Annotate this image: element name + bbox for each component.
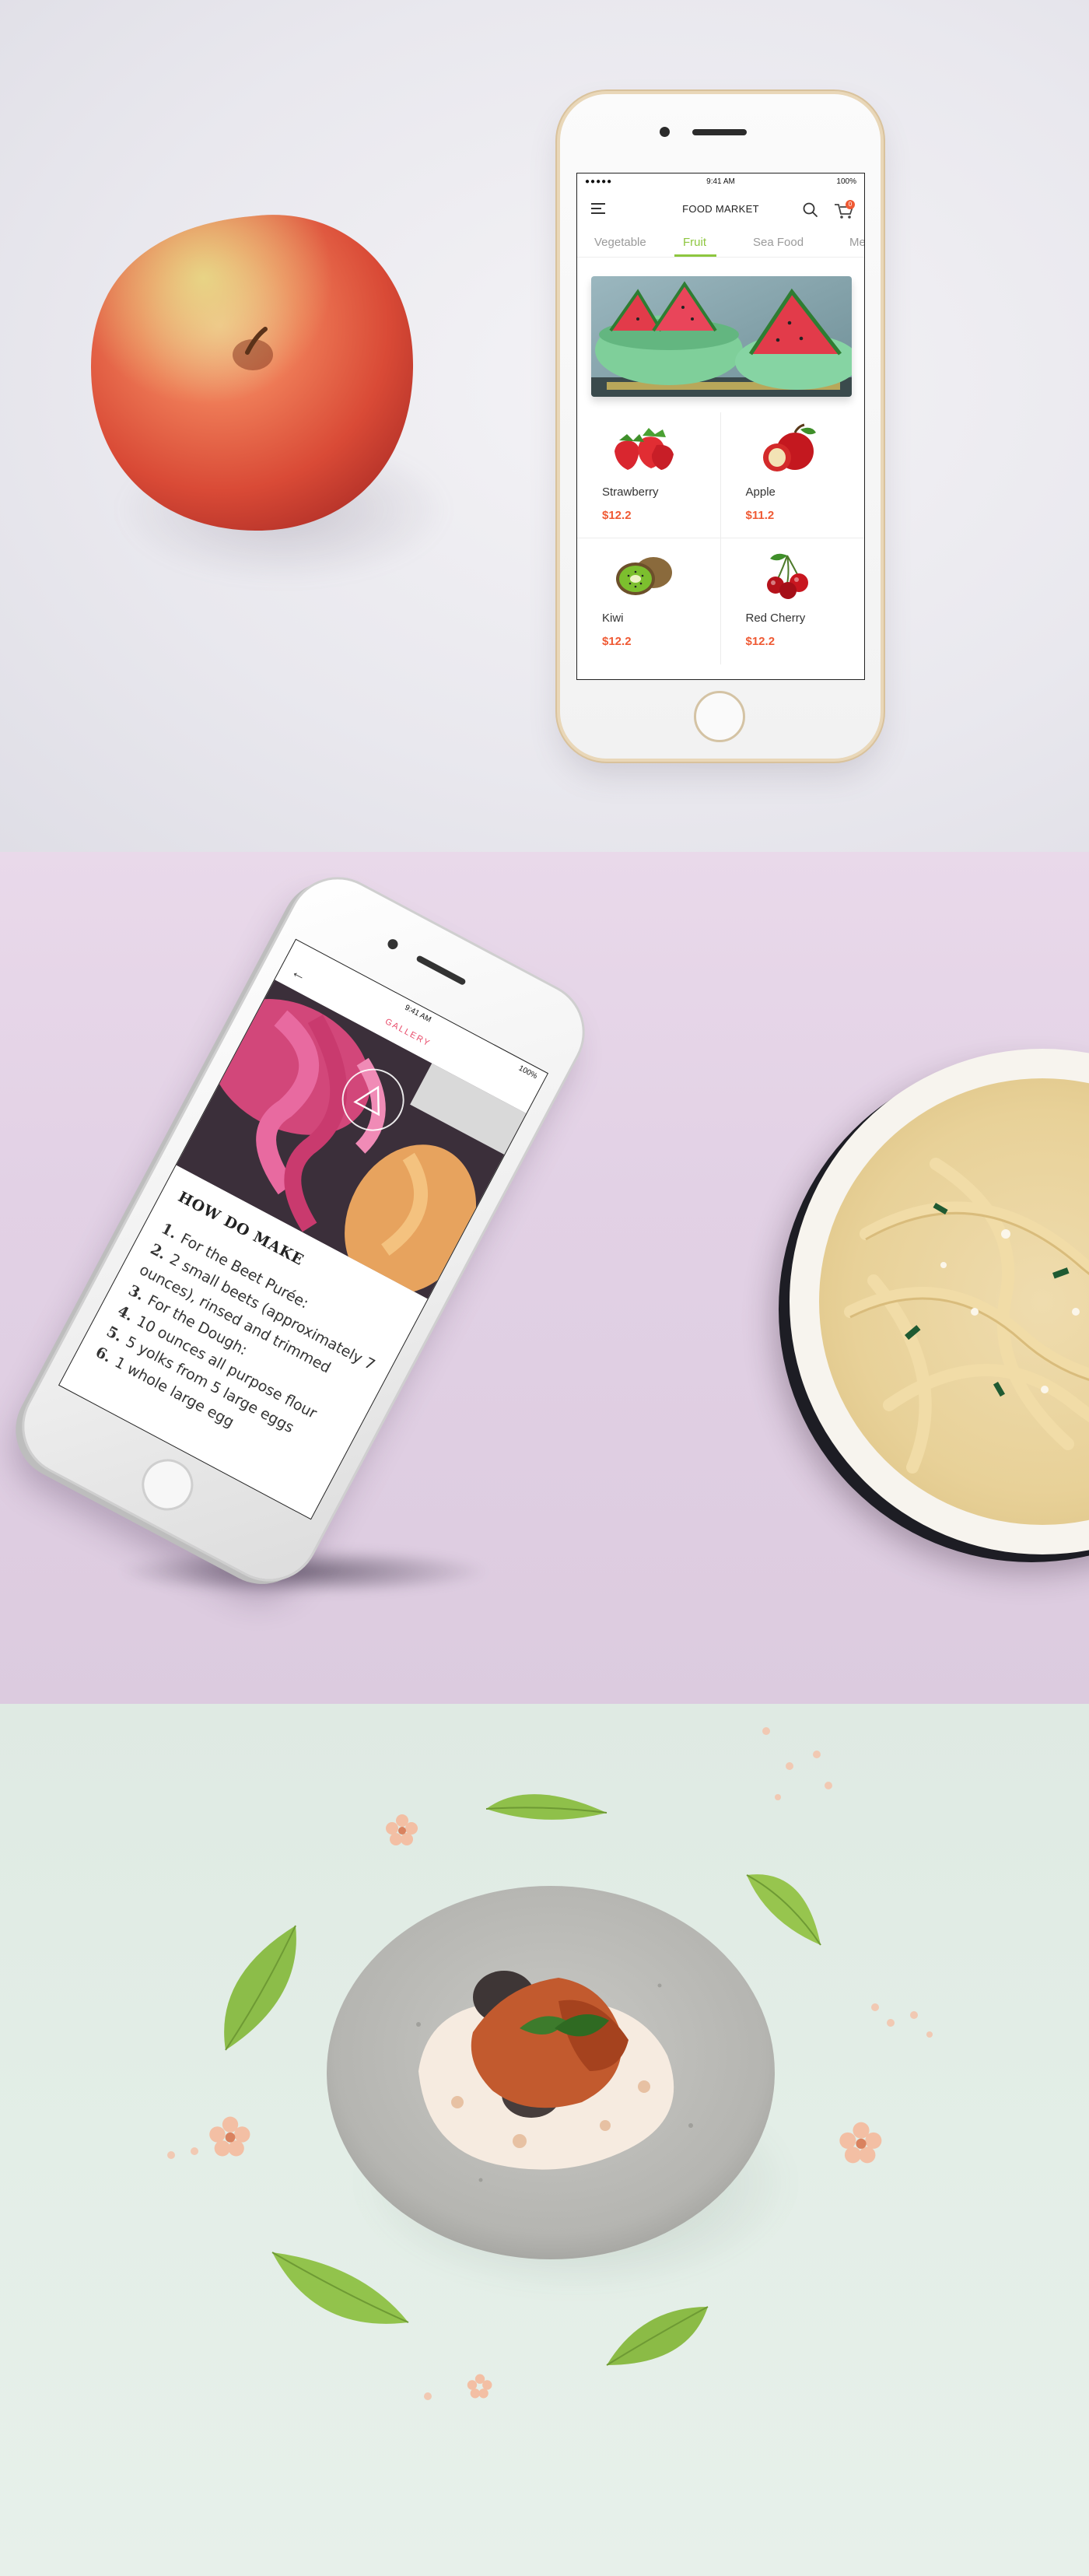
flower-petal [839,2122,882,2164]
food-market-showcase: ●●●●● 9:41 AM 100% FOOD MARKET 0 Vegetab… [0,0,1089,852]
scattered-petals [167,2147,198,2159]
basil-leaf [485,1794,608,1820]
earpiece-speaker [692,129,747,135]
tab-sea-food[interactable]: Sea Food [753,236,804,249]
app-header: FOOD MARKET 0 [577,197,864,220]
stone-plate-with-risotto [327,1886,775,2259]
product-price: $11.2 [745,509,775,522]
iphone-recipe-gallery: 9:41 AM 100% ← GALLERY HOW DO MAKE 1.For… [7,862,600,1596]
apple-photo [90,215,414,531]
risotto-dish-photo [0,1704,1089,2576]
basil-leaf [271,2252,409,2324]
status-time: 9:41 AM [706,177,735,186]
cart-badge: 0 [846,200,855,209]
product-name: Apple [745,485,776,499]
recipe-gallery-showcase: 9:41 AM 100% ← GALLERY HOW DO MAKE 1.For… [0,852,1089,1704]
food-market-screen: ●●●●● 9:41 AM 100% FOOD MARKET 0 Vegetab… [576,173,865,680]
pasta-bowl-photo [790,1049,1089,1554]
product-name: Strawberry [602,485,659,499]
basil-leaf [224,1925,296,2051]
status-bar: ●●●●● 9:41 AM 100% [577,173,864,191]
app-title: FOOD MARKET [682,203,759,215]
product-card[interactable]: Apple $11.2 [720,412,864,538]
product-grid: Strawberry $12.2 Apple $11.2 Kiwi $12.2 … [577,412,865,679]
strawberry-image [615,428,674,470]
flower-petal [467,2374,492,2399]
pasta [819,1078,1089,1525]
front-camera [386,937,400,952]
product-name: Kiwi [602,612,624,625]
kiwi-image [616,557,672,595]
scattered-petals [762,1727,832,1800]
product-card[interactable]: Red Cherry $12.2 [721,538,865,664]
tab-vegetable[interactable]: Vegetable [594,236,646,249]
product-name: Red Cherry [745,612,806,625]
category-tabs: Vegetable Fruit Sea Food Me [577,228,864,258]
product-price: $12.2 [602,635,632,648]
scattered-petals [424,2392,432,2400]
tab-fruit[interactable]: Fruit [683,236,706,249]
home-button[interactable] [694,691,745,742]
red-cherry-image [766,553,808,599]
basil-leaf [606,2306,709,2366]
flower-petal [386,1814,418,1845]
basil-leaf [746,1874,821,1946]
product-card[interactable]: Strawberry $12.2 [577,412,721,538]
gallery-screen: 9:41 AM 100% ← GALLERY HOW DO MAKE 1.For… [58,938,549,1520]
search-icon[interactable] [802,202,819,219]
cart-button[interactable]: 0 [833,200,855,220]
apple-image [762,423,816,471]
active-tab-indicator [674,254,716,257]
watermelon-banner-image[interactable] [591,276,852,397]
product-price: $12.2 [602,509,632,522]
earpiece-speaker [415,955,467,987]
scattered-petals [871,2003,933,2038]
battery-level: 100% [836,177,856,186]
product-card[interactable]: Kiwi $12.2 [577,538,721,664]
iphone-food-market: ●●●●● 9:41 AM 100% FOOD MARKET 0 Vegetab… [560,94,881,759]
battery-level: 100% [516,1064,539,1081]
tab-more[interactable]: Me [849,236,864,249]
product-price: $12.2 [745,635,776,648]
home-button[interactable] [132,1449,202,1520]
front-camera [660,127,670,137]
